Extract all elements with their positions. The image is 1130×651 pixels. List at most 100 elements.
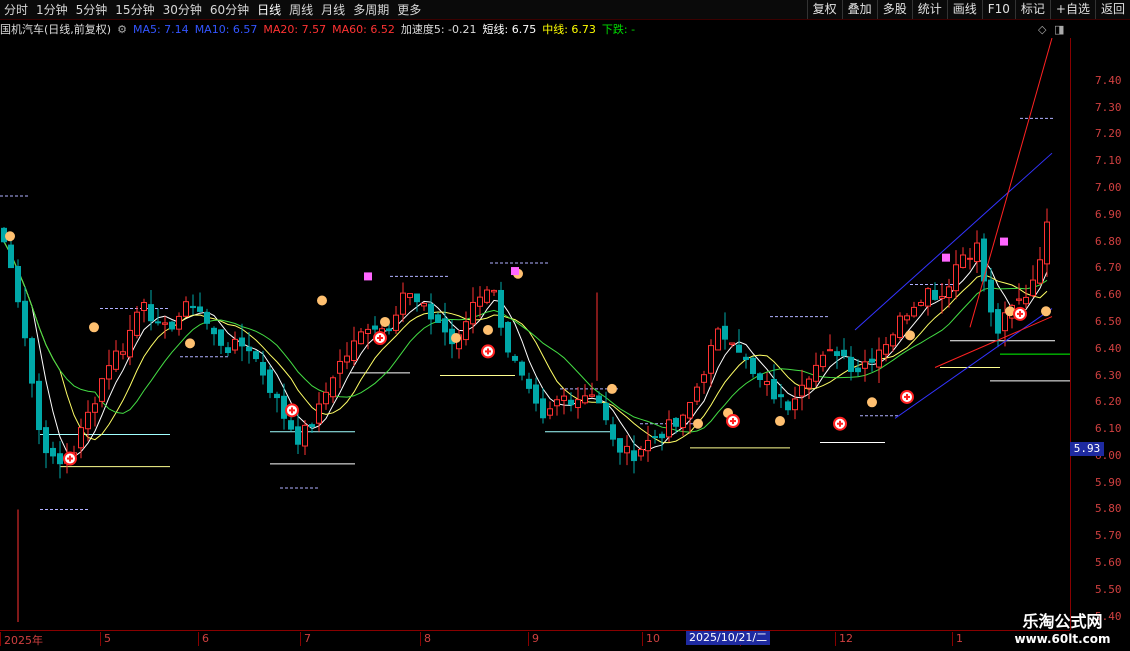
- candle-body: [309, 424, 315, 428]
- menu-button-6[interactable]: 标记: [1014, 0, 1050, 19]
- pink-marker: [511, 267, 519, 276]
- candle-body: [211, 327, 217, 335]
- candle-body: [771, 378, 777, 400]
- candle-body: [435, 314, 441, 323]
- candle-body: [673, 417, 679, 427]
- candle-body: [1037, 259, 1043, 284]
- layout-toggle-icon[interactable]: ◨: [1054, 23, 1064, 36]
- candle-body: [813, 364, 819, 382]
- candle-body: [267, 369, 273, 393]
- period-10[interactable]: 更多: [393, 1, 425, 18]
- trend-value: 下跌: -: [601, 23, 636, 36]
- watermark-url: www.60lt.com: [1014, 632, 1111, 646]
- candle-body: [141, 302, 147, 312]
- candle-body: [729, 342, 735, 345]
- x-tick: 8: [420, 632, 431, 646]
- menu-button-4[interactable]: 画线: [946, 0, 982, 19]
- buy-signal-marker: [905, 330, 915, 341]
- diamond-icon[interactable]: ◇: [1038, 23, 1046, 36]
- candle-body: [323, 391, 329, 405]
- candle-body: [8, 244, 14, 269]
- candle-body: [743, 356, 749, 361]
- watermark-title: 乐淘公式网: [1022, 612, 1103, 631]
- menu-button-5[interactable]: F10: [981, 0, 1015, 19]
- x-tick: 7: [300, 632, 311, 646]
- candle-body: [386, 328, 392, 332]
- candle-body: [1044, 221, 1050, 265]
- candle-body: [890, 334, 896, 347]
- period-8[interactable]: 月线: [317, 1, 349, 18]
- candle-body: [113, 350, 119, 370]
- candle-body: [288, 420, 294, 430]
- buy-signal-marker: [317, 295, 327, 306]
- candle-body: [687, 401, 693, 419]
- candlestick-chart[interactable]: [0, 38, 1070, 630]
- candle-body: [869, 358, 875, 363]
- candle-body: [512, 355, 518, 361]
- candle-body: [589, 394, 595, 397]
- candle-body: [463, 321, 469, 341]
- period-3[interactable]: 15分钟: [111, 1, 158, 18]
- mid-line-value: 中线: 6.73: [542, 23, 596, 36]
- candle-body: [904, 315, 910, 321]
- y-tick: 7.00: [1095, 181, 1122, 194]
- menu-button-1[interactable]: 叠加: [841, 0, 877, 19]
- candle-body: [190, 305, 196, 309]
- menu-button-8[interactable]: 返回: [1094, 0, 1130, 19]
- candle-body: [778, 394, 784, 398]
- period-1[interactable]: 1分钟: [32, 1, 72, 18]
- candle-body: [484, 289, 490, 303]
- buy-signal-marker: [693, 418, 703, 429]
- candle-body: [337, 360, 343, 374]
- candle-body: [722, 325, 728, 340]
- candle-body: [120, 351, 126, 355]
- y-tick: 6.10: [1095, 422, 1122, 436]
- y-tick: 6.50: [1095, 314, 1122, 328]
- candle-body: [1030, 279, 1036, 297]
- candle-body: [197, 306, 203, 312]
- candle-body: [316, 403, 322, 424]
- candle-body: [57, 453, 63, 465]
- candle-body: [981, 238, 987, 282]
- period-9[interactable]: 多周期: [349, 1, 393, 18]
- period-2[interactable]: 5分钟: [72, 1, 112, 18]
- menu-button-0[interactable]: 复权: [806, 0, 842, 19]
- candle-body: [78, 427, 84, 449]
- candle-body: [491, 289, 497, 293]
- candle-body: [127, 329, 133, 358]
- candle-body: [911, 306, 917, 317]
- period-5[interactable]: 60分钟: [206, 1, 253, 18]
- x-tick: 6: [198, 632, 209, 646]
- candle-body: [925, 288, 931, 307]
- menu-button-2[interactable]: 多股: [876, 0, 912, 19]
- settings-icon[interactable]: ⚙: [117, 23, 127, 36]
- candle-body: [162, 322, 168, 325]
- menu-button-3[interactable]: 统计: [911, 0, 947, 19]
- buy-signal-marker: [451, 333, 461, 344]
- period-0[interactable]: 分时: [0, 1, 32, 18]
- candle-body: [232, 338, 238, 351]
- candle-body: [428, 303, 434, 320]
- stock-title[interactable]: 国机汽车(日线,前复权): [0, 21, 111, 37]
- period-6[interactable]: 日线: [253, 1, 285, 18]
- candle-body: [1002, 312, 1008, 332]
- candle-body: [148, 304, 154, 322]
- buy-signal-marker: [89, 322, 99, 333]
- candle-body: [764, 381, 770, 386]
- candle-body: [155, 321, 161, 324]
- buy-signal-marker: [5, 231, 15, 242]
- menu-button-7[interactable]: +自选: [1049, 0, 1095, 19]
- candle-body: [505, 321, 511, 353]
- candle-body: [897, 315, 903, 339]
- upper-channel-line: [854, 152, 1053, 331]
- candle-body: [883, 344, 889, 355]
- candle-body: [974, 242, 980, 263]
- period-4[interactable]: 30分钟: [159, 1, 206, 18]
- date-axis: 2025年567891011121: [0, 630, 1070, 651]
- buy-signal-marker: [867, 397, 877, 408]
- candle-body: [477, 296, 483, 307]
- candle-body: [29, 338, 35, 384]
- crosshair-date-label: 2025/10/21/二: [686, 631, 771, 645]
- period-7[interactable]: 周线: [285, 1, 317, 18]
- y-tick: 6.70: [1095, 261, 1122, 275]
